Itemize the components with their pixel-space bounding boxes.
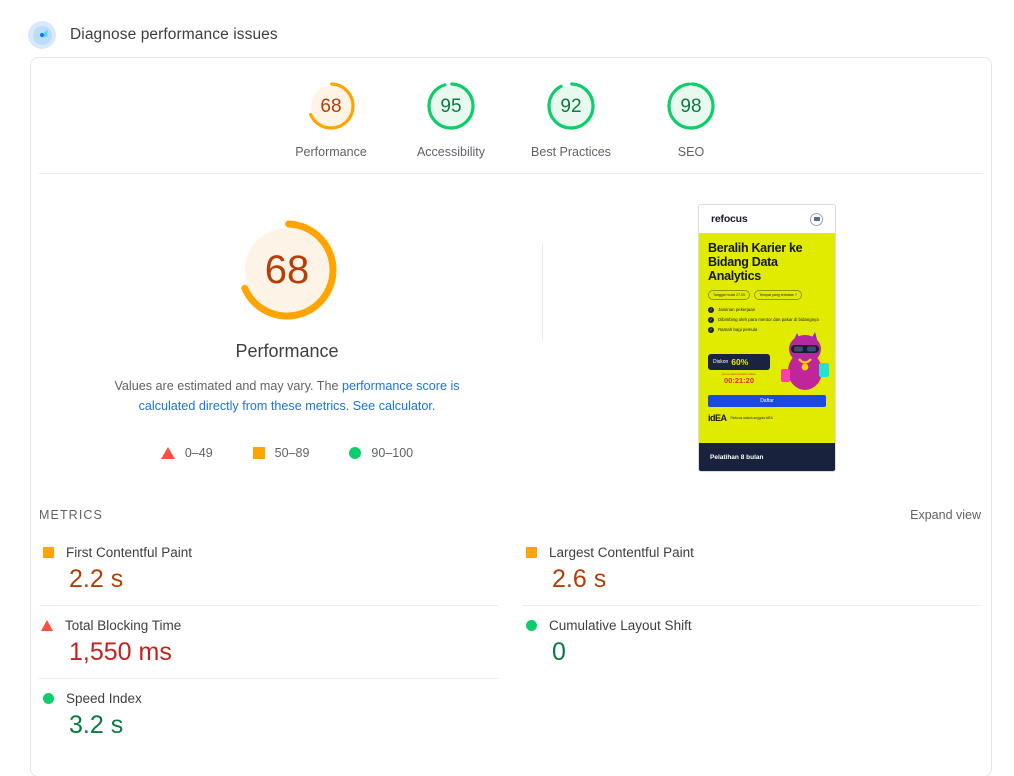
list-item: ✓ Dibimbing oleh para mentor dan pakar d…: [708, 317, 826, 323]
performance-summary: 68 Performance Values are estimated and …: [31, 192, 543, 504]
metric-value: 2.2 s: [69, 565, 124, 593]
gauge-performance[interactable]: 68 Performance: [271, 80, 391, 159]
preview-menu-icon: [810, 212, 823, 226]
preview-bullet-2: Dibimbing oleh para mentor dan pakar di …: [718, 317, 819, 322]
performance-detail-area: 68 Performance Values are estimated and …: [31, 174, 991, 504]
metric-first-contentful-paint[interactable]: First Contentful Paint 2.2 s: [39, 533, 498, 606]
legend-item-average: 50–89: [252, 446, 310, 460]
triangle-icon: [41, 620, 53, 631]
page-header: Diagnose performance issues: [0, 0, 1014, 56]
speedometer-icon: [28, 21, 56, 49]
expand-view-button[interactable]: Expand view: [910, 508, 981, 522]
gauge-label-accessibility: Accessibility: [416, 145, 486, 159]
preview-footer: Pelatihan 8 bulan: [699, 443, 835, 471]
metric-value: 3.2 s: [69, 711, 124, 739]
promo-countdown: 00:21:20: [723, 376, 755, 385]
screenshot-preview-area: refocus Beralih Karier ke Bidang Data An…: [543, 192, 991, 504]
partner-row: idEA Refocus adalah anggota idEA: [708, 413, 826, 423]
gauge-label-best-practices: Best Practices: [531, 145, 611, 159]
check-icon: ✓: [708, 317, 714, 323]
preview-pills: Tanggal mulai 27.05 Tempat yang terbatas…: [708, 290, 826, 300]
preview-bullet-3: Ramah bagi pemula: [718, 327, 758, 332]
metrics-column-right: Largest Contentful Paint 2.6 s Cumulativ…: [522, 533, 981, 751]
category-gauge-strip: 68 Performance 95 Accessibility 92 Best …: [39, 58, 983, 174]
gauge-seo[interactable]: 98 SEO: [631, 80, 751, 159]
preview-topbar: refocus: [699, 205, 835, 233]
legend-item-pass: 90–100: [349, 446, 413, 460]
circle-icon: [526, 620, 537, 631]
report-card: 68 Performance 95 Accessibility 92 Best …: [30, 57, 992, 776]
metrics-grid: First Contentful Paint 2.2 s Total Block…: [31, 533, 991, 751]
legend-range-pass: 90–100: [371, 446, 414, 460]
metric-name: Speed Index: [66, 691, 142, 706]
score-legend: 0–49 50–89 90–100: [160, 446, 413, 460]
gauge-best-practices[interactable]: 92 Best Practices: [511, 80, 631, 159]
metric-largest-contentful-paint[interactable]: Largest Contentful Paint 2.6 s: [522, 533, 981, 606]
gauge-score-best-practices: 92: [560, 95, 582, 117]
metric-name: First Contentful Paint: [66, 545, 193, 560]
metric-name: Total Blocking Time: [65, 618, 182, 633]
primary-gauge: 68: [233, 216, 341, 324]
preview-pill-date: Tanggal mulai 27.05: [708, 290, 751, 300]
gauge-ring-seo: 98: [665, 80, 717, 132]
gauge-ring-performance: 68: [305, 80, 357, 132]
metrics-header: METRICS Expand view: [31, 508, 991, 522]
page-title: Diagnose performance issues: [70, 26, 278, 43]
legend-range-average: 50–89: [274, 446, 310, 460]
gauge-label-performance: Performance: [295, 145, 367, 159]
gauge-ring-accessibility: 95: [425, 80, 477, 132]
gauge-ring-best-practices: 92: [545, 80, 597, 132]
speedometer-glyph: [39, 29, 48, 38]
legend-item-fail: 0–49: [160, 446, 213, 460]
gauge-score-performance: 68: [320, 95, 342, 117]
metric-name: Cumulative Layout Shift: [549, 618, 692, 633]
legend-range-fail: 0–49: [184, 446, 213, 460]
metric-cumulative-layout-shift[interactable]: Cumulative Layout Shift 0: [522, 606, 981, 678]
metrics-column-left: First Contentful Paint 2.2 s Total Block…: [39, 533, 498, 751]
metric-total-blocking-time[interactable]: Total Blocking Time 1,550 ms: [39, 606, 498, 679]
score-description: Values are estimated and may vary. The p…: [91, 376, 483, 416]
preview-hero: Beralih Karier ke Bidang Data Analytics …: [699, 233, 835, 443]
gauge-accessibility[interactable]: 95 Accessibility: [391, 80, 511, 159]
partner-text: Refocus adalah anggota idEA: [730, 416, 773, 420]
metrics-title: METRICS: [39, 508, 103, 522]
preview-pill-seats: Tempat yang terbatas ?: [754, 290, 802, 300]
preview-cta-button[interactable]: Daftar: [708, 395, 826, 407]
triangle-icon: [160, 447, 175, 459]
primary-gauge-score: 68: [264, 248, 310, 292]
gauge-score-accessibility: 95: [440, 95, 462, 117]
metric-name: Largest Contentful Paint: [549, 545, 694, 560]
page-screenshot-thumbnail[interactable]: refocus Beralih Karier ke Bidang Data An…: [698, 204, 836, 472]
discount-percent: 60%: [731, 357, 749, 367]
square-icon: [43, 547, 54, 558]
check-icon: ✓: [708, 307, 714, 313]
metric-speed-index[interactable]: Speed Index 3.2 s: [39, 679, 498, 751]
metric-value: 2.6 s: [552, 565, 607, 593]
metric-value: 1,550 ms: [69, 638, 172, 666]
check-icon: ✓: [708, 327, 714, 333]
mascot-illustration: [781, 332, 829, 390]
score-description-text: Values are estimated and may vary. The: [114, 379, 342, 393]
square-icon: [526, 547, 537, 558]
see-calculator-link[interactable]: See calculator.: [353, 399, 436, 413]
metric-value: 0: [552, 638, 566, 666]
partner-logo: idEA: [708, 413, 727, 423]
circle-icon: [43, 693, 54, 704]
square-icon: [252, 447, 265, 459]
preview-headline: Beralih Karier ke Bidang Data Analytics: [708, 241, 803, 283]
preview-bullet-1: Jaminan pekerjaan: [718, 307, 756, 312]
promo-block: Diskon 60% promo akan berakhir dalam 00:…: [708, 354, 770, 385]
gauge-score-seo: 98: [680, 95, 702, 117]
circle-icon: [349, 447, 362, 459]
gauge-label-seo: SEO: [677, 145, 705, 159]
preview-footer-text: Pelatihan 8 bulan: [710, 453, 764, 461]
discount-label: Diskon: [713, 359, 729, 365]
discount-badge: Diskon 60%: [708, 354, 770, 370]
vertical-divider: [542, 244, 543, 340]
list-item: ✓ Jaminan pekerjaan: [708, 307, 826, 313]
preview-logo: refocus: [711, 213, 748, 225]
primary-gauge-label: Performance: [235, 341, 339, 361]
